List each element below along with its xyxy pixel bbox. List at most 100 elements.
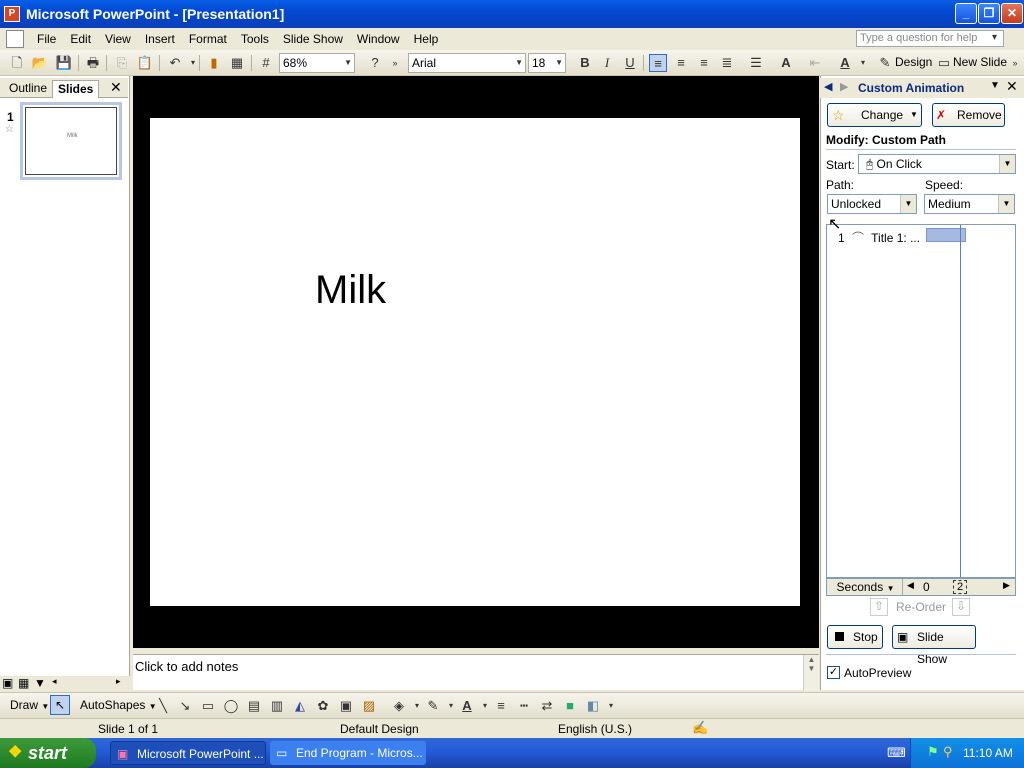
underline-button[interactable]: U [621, 54, 639, 72]
document-icon[interactable] [6, 30, 24, 48]
tab-slides[interactable]: Slides [52, 80, 100, 98]
draw-menu[interactable]: Draw ▼ [10, 698, 49, 712]
autopreview-checkbox[interactable]: ✓ [827, 666, 840, 679]
move-up-icon[interactable]: ⇧ [870, 598, 888, 616]
picture-icon[interactable]: ▨ [360, 697, 378, 715]
grid-icon[interactable]: # [257, 54, 275, 72]
line-icon[interactable]: ╲ [154, 697, 172, 715]
copy-icon[interactable]: ⎘ [113, 54, 131, 72]
toolbar-options-icon[interactable]: » [386, 54, 404, 72]
new-slide-button[interactable]: New Slide [953, 55, 1007, 69]
animation-list[interactable] [826, 224, 1016, 578]
close-button[interactable]: ✕ [1001, 3, 1023, 24]
clip-art-icon[interactable]: ▣ [337, 697, 355, 715]
save-icon[interactable]: 💾 [55, 54, 73, 72]
search-icon[interactable]: ⚲ [943, 744, 953, 760]
design-icon[interactable]: ✎ [876, 54, 894, 72]
back-icon[interactable]: ◀ [824, 80, 832, 93]
tab-outline[interactable]: Outline [4, 80, 52, 98]
toolbar-more-icon[interactable]: » [1006, 54, 1024, 72]
keyboard-icon[interactable]: ⌨ [887, 745, 906, 761]
increase-font-icon[interactable]: A [777, 54, 795, 72]
close-task-pane-icon[interactable]: ✕ [1006, 78, 1018, 95]
remove-button[interactable]: ✗ Remove [932, 103, 1005, 127]
rectangle-icon[interactable]: ▭ [199, 697, 217, 715]
autoshapes-menu[interactable]: AutoShapes ▼ [80, 698, 157, 712]
path-dropdown[interactable]: Unlocked ▼ [827, 194, 917, 214]
font-color-icon[interactable]: A [836, 54, 854, 72]
dash-style-icon[interactable]: ┅ [515, 697, 533, 715]
zoom-combo[interactable]: 68% ▼ [279, 53, 355, 73]
open-icon[interactable]: 📂 [31, 54, 49, 72]
diagram-icon[interactable]: ◭ [291, 697, 309, 715]
new-icon[interactable]: 🗋 [8, 54, 26, 72]
start-dropdown[interactable]: 🖰 On Click ▼ [858, 154, 1016, 174]
slide-canvas[interactable] [150, 118, 800, 606]
insert-table-icon[interactable]: ▦ [228, 54, 246, 72]
normal-view-icon[interactable]: ▣ [2, 676, 13, 690]
help-dropdown-arrow-icon[interactable]: ▾ [992, 32, 997, 43]
spelling-icon[interactable]: ✍ [692, 720, 708, 736]
menu-edit[interactable]: Edit [63, 32, 98, 46]
move-down-icon[interactable]: ⇩ [952, 598, 970, 616]
taskbar-item-powerpoint[interactable]: ▣ Microsoft PowerPoint ... [110, 741, 266, 765]
justify-icon[interactable]: ≣ [718, 54, 736, 72]
menu-view[interactable]: View [98, 32, 138, 46]
close-pane-icon[interactable]: ✕ [110, 79, 122, 96]
slide-title[interactable]: Milk [315, 268, 386, 313]
stop-button[interactable]: Stop [827, 625, 883, 649]
line-style-icon[interactable]: ≡ [492, 697, 510, 715]
change-button[interactable]: ☆ Change ▼ [827, 103, 922, 127]
arrow-icon[interactable]: ↘ [176, 697, 194, 715]
menu-window[interactable]: Window [350, 32, 407, 46]
animation-item[interactable]: 1 ⌒ Title 1: ... [830, 229, 920, 246]
powerpoint-app-icon[interactable]: P [4, 6, 20, 22]
menu-format[interactable]: Format [182, 32, 234, 46]
timeline-right-icon[interactable]: ▶ [1003, 580, 1010, 591]
arrow-style-icon[interactable]: ⇄ [538, 697, 556, 715]
bullets-icon[interactable]: ☰ [747, 54, 765, 72]
menu-slide-show[interactable]: Slide Show [276, 32, 350, 46]
slide-show-view-icon[interactable]: ▼ [34, 676, 46, 690]
timeline-left-icon[interactable]: ◀ [907, 580, 914, 591]
shadow-icon[interactable]: ■ [561, 697, 579, 715]
design-button[interactable]: Design [895, 55, 932, 69]
paste-icon[interactable]: 📋 [136, 54, 154, 72]
oval-icon[interactable]: ◯ [222, 697, 240, 715]
menu-help[interactable]: Help [407, 32, 446, 46]
new-slide-icon[interactable]: ▭ [935, 54, 953, 72]
start-button[interactable]: ❖ start [0, 738, 96, 768]
help-search-input[interactable]: Type a question for help [856, 30, 1004, 47]
textbox-icon[interactable]: ▤ [245, 697, 263, 715]
decrease-indent-icon[interactable]: ⇤ [806, 54, 824, 72]
network-icon[interactable]: ⚑ [927, 744, 939, 760]
font-combo[interactable]: Arial ▼ [408, 53, 526, 73]
menu-tools[interactable]: Tools [234, 32, 276, 46]
notes-pane[interactable]: Click to add notes ▲ ▼ [133, 654, 819, 691]
align-right-icon[interactable]: ≡ [695, 54, 713, 72]
bold-button[interactable]: B [576, 54, 594, 72]
notes-scrollbar[interactable]: ▲ ▼ [803, 655, 819, 691]
slide-sorter-icon[interactable]: ▦ [18, 676, 29, 690]
scroll-left-icon[interactable]: ◂ [52, 676, 57, 687]
fill-color-icon[interactable]: ◈ [390, 697, 408, 715]
line-color-icon[interactable]: ✎ [424, 697, 442, 715]
scroll-right-icon[interactable]: ▸ [116, 676, 121, 687]
print-icon[interactable]: 🖶 [84, 54, 102, 72]
taskbar-item-end-program[interactable]: ▭ End Program - Micros... [270, 741, 426, 765]
minimize-button[interactable]: _ [955, 3, 977, 24]
menu-file[interactable]: File [30, 32, 63, 46]
seconds-dropdown[interactable]: Seconds ▼ [829, 579, 903, 595]
more-buttons-icon[interactable]: ▾ [602, 697, 620, 715]
slide-thumbnail[interactable]: Milk [20, 102, 122, 180]
select-objects-icon[interactable]: ↖ [50, 695, 70, 715]
3d-icon[interactable]: ◧ [584, 697, 602, 715]
align-left-icon[interactable]: ≡ [649, 54, 667, 72]
draw-font-color-icon[interactable]: A [458, 697, 476, 715]
slide-show-button[interactable]: ▣ Slide Show [892, 625, 976, 666]
italic-button[interactable]: I [598, 54, 616, 72]
font-size-combo[interactable]: 18 ▼ [528, 53, 566, 73]
forward-icon[interactable]: ▶ [840, 80, 848, 93]
align-center-icon[interactable]: ≡ [672, 54, 690, 72]
undo-icon[interactable]: ↶ [166, 54, 184, 72]
